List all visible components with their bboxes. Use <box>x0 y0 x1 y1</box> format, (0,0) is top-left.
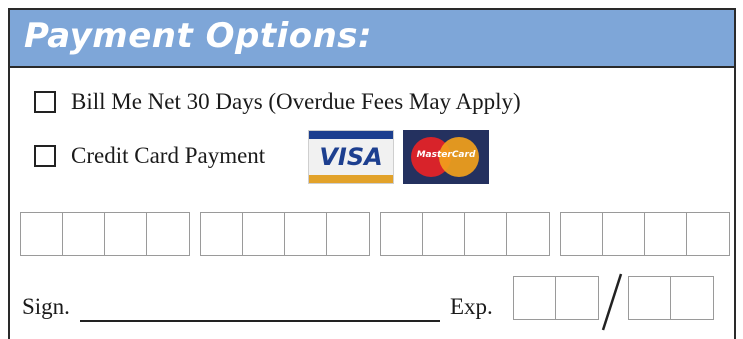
visa-logo-icon: VISA <box>308 130 394 184</box>
card-digit-field[interactable] <box>201 213 243 255</box>
bill-me-label: Bill Me Net 30 Days (Overdue Fees May Ap… <box>71 89 521 114</box>
signature-line[interactable] <box>80 320 440 322</box>
expiration-label: Exp. <box>450 294 493 319</box>
expiration-year-digit[interactable] <box>671 277 713 319</box>
credit-card-label: Credit Card Payment <box>71 143 266 168</box>
card-digit-field[interactable] <box>285 213 327 255</box>
card-digit-field[interactable] <box>381 213 423 255</box>
expiration-month-digit[interactable] <box>556 277 598 319</box>
card-digit-field[interactable] <box>561 213 603 255</box>
card-digit-field[interactable] <box>645 213 687 255</box>
bill-me-option[interactable]: Bill Me Net 30 Days (Overdue Fees May Ap… <box>34 89 521 115</box>
card-digit-field[interactable] <box>687 213 729 255</box>
signature-label: Sign. <box>22 294 70 319</box>
card-digit-field[interactable] <box>507 213 549 255</box>
expiration-separator-slash <box>601 273 623 331</box>
card-digit-field[interactable] <box>465 213 507 255</box>
visa-logo-text: VISA <box>319 143 383 171</box>
card-digit-field[interactable] <box>603 213 645 255</box>
credit-card-checkbox[interactable] <box>34 145 56 167</box>
credit-card-option[interactable]: Credit Card Payment <box>34 143 265 169</box>
card-number-group-3 <box>380 212 550 256</box>
card-digit-field[interactable] <box>147 213 189 255</box>
visa-band-top <box>309 131 393 139</box>
card-digit-field[interactable] <box>327 213 369 255</box>
visa-band-bottom <box>309 175 393 183</box>
card-number-group-1 <box>20 212 190 256</box>
mastercard-logo-text: MasterCard <box>416 150 476 160</box>
card-number-group-4 <box>560 212 730 256</box>
card-digit-field[interactable] <box>21 213 63 255</box>
card-digit-field[interactable] <box>105 213 147 255</box>
payment-options-form: Payment Options: Bill Me Net 30 Days (Ov… <box>8 8 736 339</box>
card-digit-field[interactable] <box>63 213 105 255</box>
expiration-month-digit[interactable] <box>514 277 556 319</box>
card-digit-field[interactable] <box>243 213 285 255</box>
card-digit-field[interactable] <box>423 213 465 255</box>
expiration-month-group <box>513 276 599 320</box>
expiration-year-digit[interactable] <box>629 277 671 319</box>
payment-options-header: Payment Options: <box>10 10 734 68</box>
payment-options-title: Payment Options: <box>24 16 373 56</box>
card-number-group-2 <box>200 212 370 256</box>
mastercard-logo-icon: MasterCard <box>403 130 489 184</box>
expiration-year-group <box>628 276 714 320</box>
bill-me-checkbox[interactable] <box>34 91 56 113</box>
slash-stroke <box>601 273 623 331</box>
